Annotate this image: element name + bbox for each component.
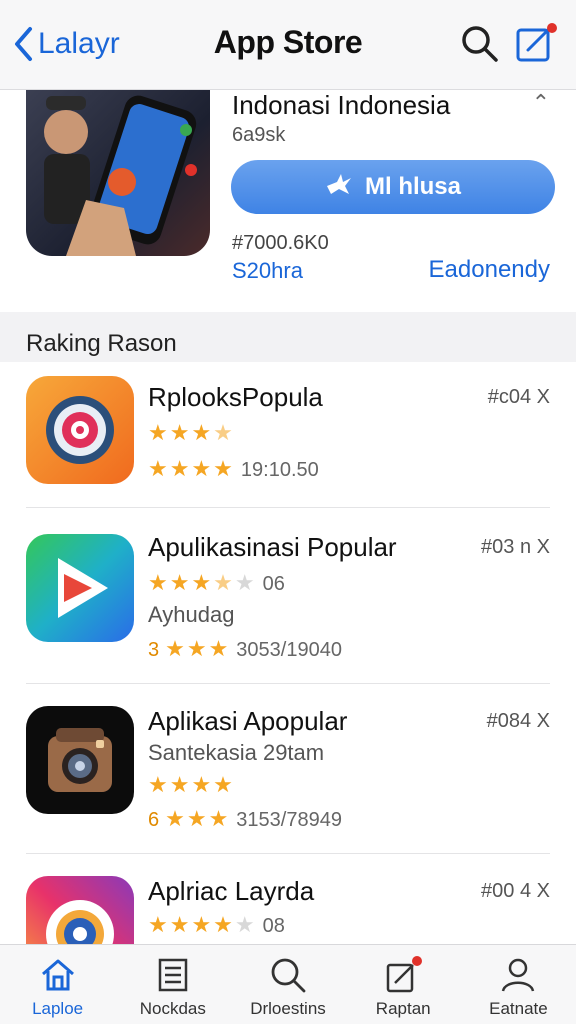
tab-label: Nockdas — [139, 999, 206, 1018]
list-item[interactable]: RplooksPopula #c04 X ★★★★ ★★★★ 19:10.50 — [0, 362, 576, 508]
bird-icon — [325, 172, 353, 203]
app-name: Apulikasinasi Popular — [148, 532, 397, 562]
featured-app-link[interactable]: Eadonendy — [429, 256, 550, 284]
ranking-list: RplooksPopula #c04 X ★★★★ ★★★★ 19:10.50 A… — [0, 362, 576, 944]
rating-stars: ★★★★★ 06 — [148, 570, 285, 595]
app-icon-camera — [26, 706, 134, 814]
app-name: RplooksPopula — [148, 382, 323, 412]
rating-count: 06 — [262, 573, 285, 595]
tab-bar: Laploe Nockdas Drloestins Raptan Eatnate — [0, 944, 576, 1024]
tab-search[interactable]: Drloestins — [230, 945, 345, 1024]
rating-stars: 6 ★★★ 3153/78949 — [148, 806, 342, 831]
featured-app-subtitle: 6a9sk — [232, 124, 286, 146]
featured-app-card[interactable]: Indonasi Indonesia ⌃ 6a9sk Ml hlusa #700… — [0, 90, 576, 312]
rating-stars: ★★★★ — [148, 420, 235, 445]
list-item[interactable]: Aplriac Layrda #00 4 X ★★★★★ 08 — [0, 854, 576, 944]
app-icon-target — [26, 376, 134, 484]
rating-stars: ★★★★★ 08 — [148, 912, 285, 937]
app-subtitle: Ayhudag — [148, 602, 235, 627]
rating-stars: 3 ★★★ 3053/19040 — [148, 636, 342, 661]
tab-label: Laploe — [32, 999, 84, 1018]
app-subtitle: Santekasia 29tam — [148, 740, 325, 765]
tab-label: Raptan — [375, 999, 431, 1018]
app-rank: #c04 X — [487, 386, 550, 408]
app-name: Aplikasi Apopular — [148, 706, 348, 736]
nav-bar: Lalayr App Store — [0, 0, 576, 90]
app-store-screen: Lalayr App Store Indonasi Indonesia ⌃ 6a… — [0, 0, 576, 1024]
rating-count: 08 — [262, 915, 285, 937]
featured-app-size[interactable]: S20hra — [232, 258, 303, 284]
featured-get-button[interactable]: Ml hlusa — [231, 160, 555, 214]
featured-app-price: #7000.6K0 — [232, 232, 329, 254]
list-icon — [158, 958, 188, 992]
updates-icon — [386, 956, 423, 993]
list-item[interactable]: Apulikasinasi Popular #03 n X ★★★★★ 06 Ay… — [0, 508, 576, 684]
list-item[interactable]: Aplikasi Apopular #084 X Santekasia 29ta… — [0, 684, 576, 854]
rating-count: 3153/78949 — [236, 809, 342, 831]
featured-app-title: Indonasi Indonesia — [232, 90, 451, 120]
rating-count: 19:10.50 — [240, 459, 319, 481]
compose-icon[interactable] — [514, 22, 558, 66]
app-rank: #084 X — [486, 710, 550, 732]
app-rank: #03 n X — [481, 536, 550, 558]
featured-button-label: Ml hlusa — [364, 173, 461, 200]
chevron-up-icon[interactable]: ⌃ — [532, 90, 550, 116]
app-icon-instagram — [26, 876, 134, 944]
tab-profile[interactable]: Eatnate — [461, 945, 576, 1024]
featured-app-thumbnail — [26, 90, 210, 256]
home-icon — [41, 959, 74, 991]
person-icon — [502, 958, 535, 992]
tab-updates[interactable]: Raptan — [346, 945, 461, 1024]
rating-stars: ★★★★ — [148, 772, 235, 797]
tab-label: Eatnate — [489, 999, 548, 1018]
app-name: Aplriac Layrda — [148, 876, 315, 906]
tab-home[interactable]: Laploe — [0, 945, 115, 1024]
section-header: Raking Rason — [26, 330, 177, 357]
app-rank: #00 4 X — [481, 880, 550, 902]
tab-list[interactable]: Nockdas — [115, 945, 230, 1024]
app-icon-play — [26, 534, 134, 642]
search-icon[interactable] — [458, 22, 502, 66]
search-icon — [271, 958, 306, 993]
tab-label: Drloestins — [250, 999, 326, 1018]
rating-count: 3053/19040 — [236, 639, 342, 661]
rating-stars: ★★★★ 19:10.50 — [148, 456, 319, 481]
